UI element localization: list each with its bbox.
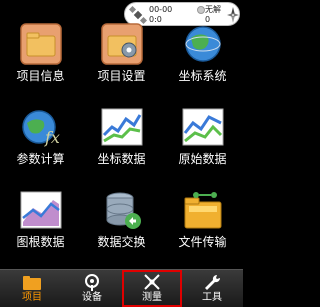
tab-device[interactable]: 设备 xyxy=(62,270,122,307)
grid-item-project-info[interactable]: 项目信息 xyxy=(0,14,81,97)
grid-item-file-transfer[interactable]: 文件传输 xyxy=(162,180,243,263)
data-exchange-icon xyxy=(106,192,141,229)
grid-item-label: 坐标数据 xyxy=(97,152,146,166)
grid-item-label: 文件传输 xyxy=(178,235,227,249)
measure-icon xyxy=(144,274,160,290)
parameter-calc-icon: fx xyxy=(22,110,60,147)
grid-item-project-settings[interactable]: 项目设置 xyxy=(81,14,162,97)
function-grid: 项目信息 项目设置 坐标系统 fx 参数计算 坐标数据 原始数据 图根数据 数据… xyxy=(0,14,243,264)
project-info-icon xyxy=(20,23,62,65)
tab-tools[interactable]: 工具 xyxy=(182,270,242,307)
grid-item-label: 项目设置 xyxy=(97,69,146,83)
grid-item-raw-data[interactable]: 原始数据 xyxy=(162,97,243,180)
grid-item-data-exchange[interactable]: 数据交换 xyxy=(81,180,162,263)
coordinate-data-icon xyxy=(101,108,143,146)
bottom-tab-bar: 项目 设备 测量 工具 xyxy=(0,269,243,307)
grid-item-parameter-calc[interactable]: fx 参数计算 xyxy=(0,97,81,180)
tab-measure[interactable]: 测量 xyxy=(122,270,182,307)
solution-dot-icon xyxy=(197,6,205,14)
raw-data-icon xyxy=(182,108,224,146)
grid-item-label: 原始数据 xyxy=(178,152,227,166)
tab-label: 测量 xyxy=(142,292,162,303)
tab-label: 项目 xyxy=(22,292,42,303)
file-transfer-icon xyxy=(184,192,222,229)
grid-item-label: 项目信息 xyxy=(16,69,65,83)
wrench-icon xyxy=(205,274,221,290)
device-icon xyxy=(85,274,99,291)
control-data-icon xyxy=(20,191,62,229)
tab-project[interactable]: 项目 xyxy=(2,270,62,307)
folder-icon xyxy=(23,276,41,290)
coordinate-system-icon xyxy=(185,26,221,62)
tab-label: 设备 xyxy=(82,292,102,303)
svg-text:fx: fx xyxy=(44,128,60,147)
grid-item-label: 数据交换 xyxy=(97,235,146,249)
grid-item-label: 坐标系统 xyxy=(178,69,227,83)
project-settings-icon xyxy=(101,23,143,65)
tab-label: 工具 xyxy=(202,292,222,303)
grid-item-label: 图根数据 xyxy=(16,235,65,249)
grid-item-coordinate-system[interactable]: 坐标系统 xyxy=(162,14,243,97)
grid-item-coordinate-data[interactable]: 坐标数据 xyxy=(81,97,162,180)
grid-item-control-data[interactable]: 图根数据 xyxy=(0,180,81,263)
grid-item-label: 参数计算 xyxy=(16,152,65,166)
